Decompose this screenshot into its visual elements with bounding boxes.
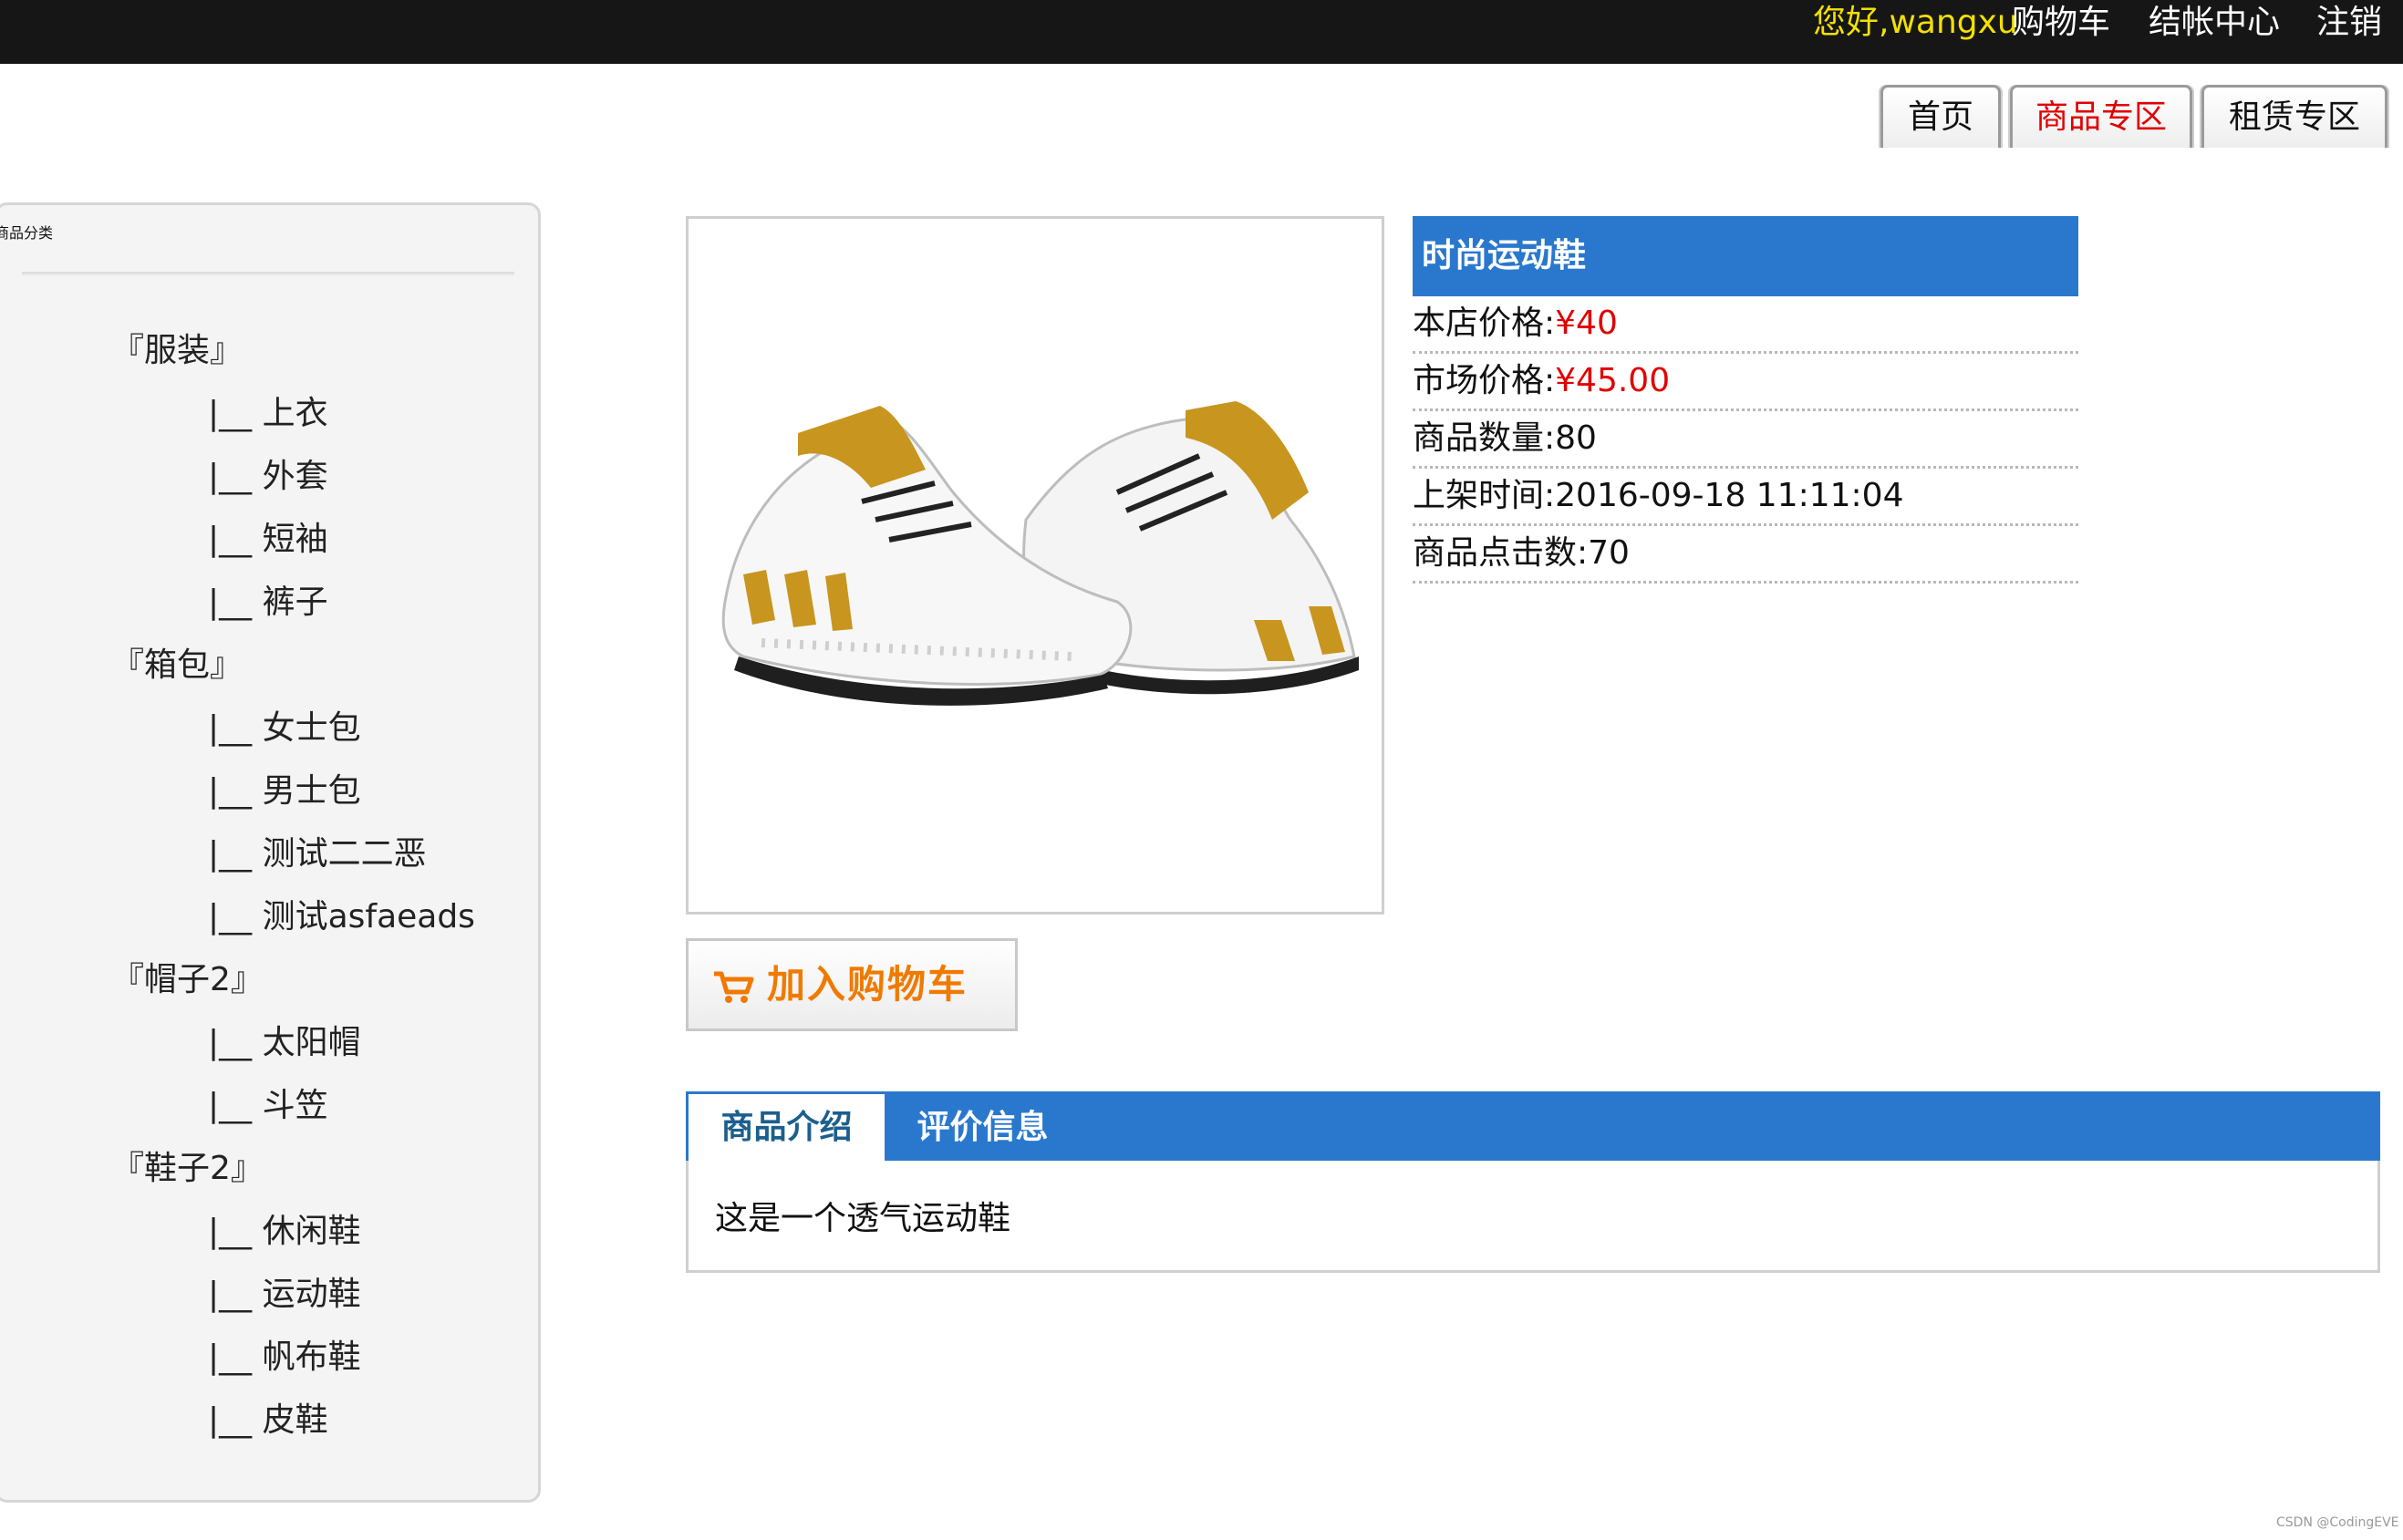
market-price-value: ¥45.00 <box>1555 362 1671 399</box>
listing-time-row: 上架时间:2016-09-18 11:11:04 <box>1413 469 2078 526</box>
subcategory-item[interactable]: |__ 上衣 <box>208 387 328 434</box>
subcategory-item[interactable]: |__ 帆布鞋 <box>208 1330 361 1378</box>
market-price-label: 市场价格: <box>1413 362 1556 399</box>
subcategory-item[interactable]: |__ 休闲鞋 <box>208 1204 361 1252</box>
tab-reviews[interactable]: 评价信息 <box>885 1094 1081 1161</box>
user-greeting: 您好,wangxu <box>1813 4 2018 41</box>
product-title: 时尚运动鞋 <box>1413 216 2078 296</box>
subcategory-item[interactable]: |__ 运动鞋 <box>208 1267 361 1315</box>
quantity-row: 商品数量:80 <box>1413 411 2078 469</box>
product-image <box>686 216 1384 915</box>
subcategory-item[interactable]: |__ 女士包 <box>208 701 361 749</box>
store-price-label: 本店价格: <box>1413 305 1556 342</box>
subcategory-item[interactable]: |__ 测试二二恶 <box>208 827 427 874</box>
click-count-row: 商品点击数:70 <box>1413 526 2078 584</box>
category-clothing[interactable]: 『服装』 <box>111 324 243 371</box>
sneaker-image <box>721 401 1359 706</box>
tab-product-intro[interactable]: 商品介绍 <box>689 1094 885 1161</box>
click-count-value: 70 <box>1588 534 1630 572</box>
category-bags[interactable]: 『箱包』 <box>111 638 243 686</box>
store-price-row: 本店价格:¥40 <box>1413 296 2078 354</box>
category-shoes[interactable]: 『鞋子2』 <box>111 1142 264 1189</box>
top-bar: 您好,wangxu 购物车 结帐中心 注销 <box>0 0 2403 64</box>
watermark: CSDN @CodingEVE <box>2276 1515 2399 1530</box>
add-to-cart-label: 加入购物车 <box>767 962 968 1007</box>
subcategory-item[interactable]: |__ 斗笠 <box>208 1079 328 1126</box>
subcategory-item[interactable]: |__ 太阳帽 <box>208 1016 361 1063</box>
store-price-value: ¥40 <box>1555 305 1618 342</box>
cart-icon <box>714 971 754 1003</box>
quantity-value: 80 <box>1555 419 1597 457</box>
subcategory-item[interactable]: |__ 裤子 <box>208 575 328 623</box>
tab-home[interactable]: 首页 <box>1880 85 2001 148</box>
product-description: 这是一个透气运动鞋 <box>715 1200 1011 1237</box>
subcategory-item[interactable]: |__ 皮鞋 <box>208 1393 328 1441</box>
listing-time-value: 2016-09-18 11:11:04 <box>1555 477 1904 514</box>
market-price-row: 市场价格:¥45.00 <box>1413 354 2078 411</box>
subcategory-item[interactable]: |__ 短袖 <box>208 512 328 560</box>
add-to-cart-button[interactable]: 加入购物车 <box>686 938 1018 1031</box>
click-count-label: 商品点击数: <box>1413 534 1589 572</box>
subcategory-item[interactable]: |__ 男士包 <box>208 764 361 811</box>
subcategory-item[interactable]: |__ 外套 <box>208 450 328 497</box>
tab-products[interactable]: 商品专区 <box>2010 85 2192 148</box>
logout-link[interactable]: 注销 <box>2316 0 2382 46</box>
sidebar-title: 商品分类 <box>0 224 54 242</box>
tab-rental[interactable]: 租赁专区 <box>2201 85 2387 148</box>
category-hats[interactable]: 『帽子2』 <box>111 953 264 1000</box>
cart-link[interactable]: 购物车 <box>2012 0 2110 46</box>
quantity-label: 商品数量: <box>1413 419 1556 457</box>
subcategory-item[interactable]: |__ 测试asfaeads <box>208 890 475 937</box>
sidebar-divider <box>22 272 514 276</box>
checkout-link[interactable]: 结帐中心 <box>2149 0 2280 46</box>
listing-time-label: 上架时间: <box>1413 477 1556 514</box>
